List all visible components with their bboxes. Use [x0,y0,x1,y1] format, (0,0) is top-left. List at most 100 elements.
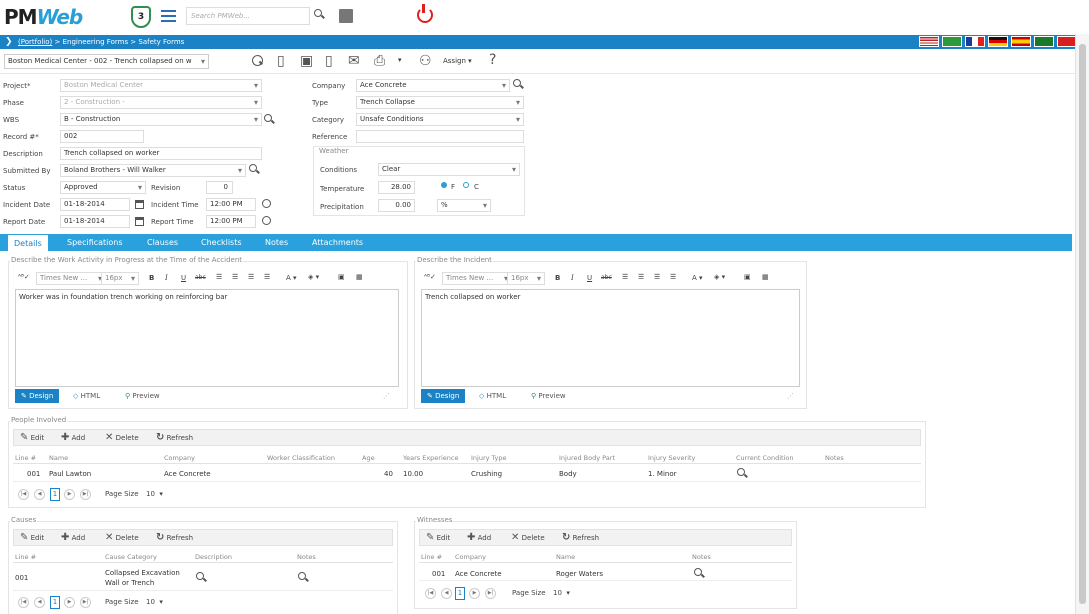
column-header[interactable]: Name [556,551,575,563]
precipitation-unit-select[interactable]: % [437,199,491,212]
preview-mode-button[interactable]: ⚲ Preview [125,389,160,403]
refresh-button[interactable]: ↻ Refresh [156,530,193,546]
align-right-icon[interactable]: ☰ [248,273,254,281]
first-page-icon[interactable]: |◀ [18,597,29,608]
page-size-select[interactable]: 10 ▾ [146,490,163,498]
italic-button[interactable]: I [571,274,574,282]
print-icon[interactable]: ⎙ [374,53,385,69]
current-page[interactable]: 1 [50,488,60,501]
condition-search-icon[interactable] [737,468,745,478]
column-header[interactable]: Years Experience [403,452,458,464]
record-field[interactable]: 002 [60,130,144,143]
column-header[interactable]: Notes [825,452,844,464]
conditions-field[interactable]: Clear [378,163,520,176]
next-page-icon[interactable]: ▶ [469,588,480,599]
insert-table-icon[interactable]: ▦ [762,273,769,281]
save-icon[interactable]: ▣ [300,53,313,69]
column-header[interactable]: Line # [15,551,36,563]
tab-attachments[interactable]: Attachments [312,234,363,251]
column-header[interactable]: Notes [297,551,316,563]
font-family-select[interactable]: Times New ... [36,272,106,285]
edit-button[interactable]: ✎ Edit [426,530,450,546]
page-size-select[interactable]: 10 ▾ [553,589,570,597]
flag-arabic-icon[interactable] [1034,36,1054,47]
prev-page-icon[interactable]: ◀ [34,489,45,500]
column-header[interactable]: Name [49,452,68,464]
current-page[interactable]: 1 [50,596,60,609]
font-size-select[interactable]: 16px [101,272,139,285]
description-field[interactable]: Trench collapsed on worker [60,147,262,160]
column-header[interactable]: Age [362,452,375,464]
edit-button[interactable]: ✎ Edit [20,530,44,546]
column-header[interactable]: Description [195,551,232,563]
last-page-icon[interactable]: ▶| [80,597,91,608]
incident-editor[interactable]: Trench collapsed on worker [421,289,800,387]
wbs-search-icon[interactable] [264,114,272,124]
breadcrumb-portfolio-link[interactable]: (Portfolio) [18,38,52,46]
column-header[interactable]: Line # [421,551,442,563]
incident-time-clock-icon[interactable] [262,199,271,210]
align-left-icon[interactable]: ☰ [622,273,628,281]
italic-button[interactable]: I [165,274,168,282]
print-dropdown-icon[interactable]: ▾ [398,56,402,64]
prev-page-icon[interactable]: ◀ [34,597,45,608]
flag-spanish-icon[interactable] [1011,36,1031,47]
flag-french-icon[interactable] [965,36,985,47]
unit-c-radio[interactable] [463,182,469,188]
column-header[interactable]: Injury Severity [648,452,695,464]
html-mode-button[interactable]: ◇ HTML [73,389,100,403]
last-page-icon[interactable]: ▶| [485,588,496,599]
find-icon[interactable] [252,55,263,68]
column-header[interactable]: Worker Classification [267,452,335,464]
flag-portuguese-icon[interactable] [942,36,962,47]
video-icon[interactable] [339,9,353,23]
font-color-button[interactable]: A ▾ [286,274,297,282]
menu-icon[interactable] [161,10,176,22]
insert-image-icon[interactable]: ▣ [744,273,751,281]
align-center-icon[interactable]: ☰ [232,273,238,281]
flag-english-icon[interactable] [919,36,939,47]
shield-icon[interactable]: 3 [131,6,151,28]
user-icon[interactable]: ⚇ [419,53,432,69]
spellcheck-icon[interactable]: ᴬᴮ✓ [18,273,30,281]
search-icon[interactable] [314,9,322,19]
table-row[interactable]: 001 Collapsed Excavation Wall or Trench [13,565,393,591]
wbs-field[interactable]: B - Construction [60,113,262,126]
incident-date-field[interactable]: 01-18-2014 [60,198,130,211]
align-left-icon[interactable]: ☰ [216,273,222,281]
scrollbar-thumb[interactable] [1079,44,1086,604]
report-time-clock-icon[interactable] [262,216,271,227]
edit-button[interactable]: ✎ Edit [20,430,44,446]
font-color-button[interactable]: A ▾ [692,274,703,282]
notes-search-icon[interactable] [298,572,306,582]
assign-button[interactable]: Assign ▾ [443,57,472,65]
project-field[interactable]: Boston Medical Center [60,79,262,92]
column-header[interactable]: Line # [15,452,36,464]
help-icon[interactable]: ? [489,52,496,68]
flag-german-icon[interactable] [988,36,1008,47]
html-mode-button[interactable]: ◇ HTML [479,389,506,403]
search-input[interactable]: Search PMWeb... [186,7,310,25]
precipitation-field[interactable]: 0.00 [378,199,415,212]
column-header[interactable]: Company [455,551,486,563]
status-field[interactable]: Approved [60,181,146,194]
new-record-icon[interactable]: ▯ [277,53,285,69]
delete-button[interactable]: ✕ Delete [511,530,545,546]
submitted-by-field[interactable]: Boland Brothers - Will Walker [60,164,246,177]
revision-field[interactable]: 0 [206,181,233,194]
resize-handle-icon[interactable]: ⋰ [383,389,390,403]
highlight-icon[interactable]: ◈ ▾ [308,273,319,281]
tab-notes[interactable]: Notes [265,234,288,251]
prev-page-icon[interactable]: ◀ [441,588,452,599]
add-button[interactable]: ✚ Add [61,430,85,446]
column-header[interactable]: Company [164,452,195,464]
tab-specifications[interactable]: Specifications [67,234,123,251]
delete-button[interactable]: ✕ Delete [105,530,139,546]
refresh-button[interactable]: ↻ Refresh [156,430,193,446]
next-page-icon[interactable]: ▶ [64,597,75,608]
column-header[interactable]: Cause Category [105,551,157,563]
underline-button[interactable]: U [181,274,186,282]
bold-button[interactable]: B [555,274,560,282]
report-date-calendar-icon[interactable] [135,217,144,228]
description-search-icon[interactable] [196,572,204,582]
